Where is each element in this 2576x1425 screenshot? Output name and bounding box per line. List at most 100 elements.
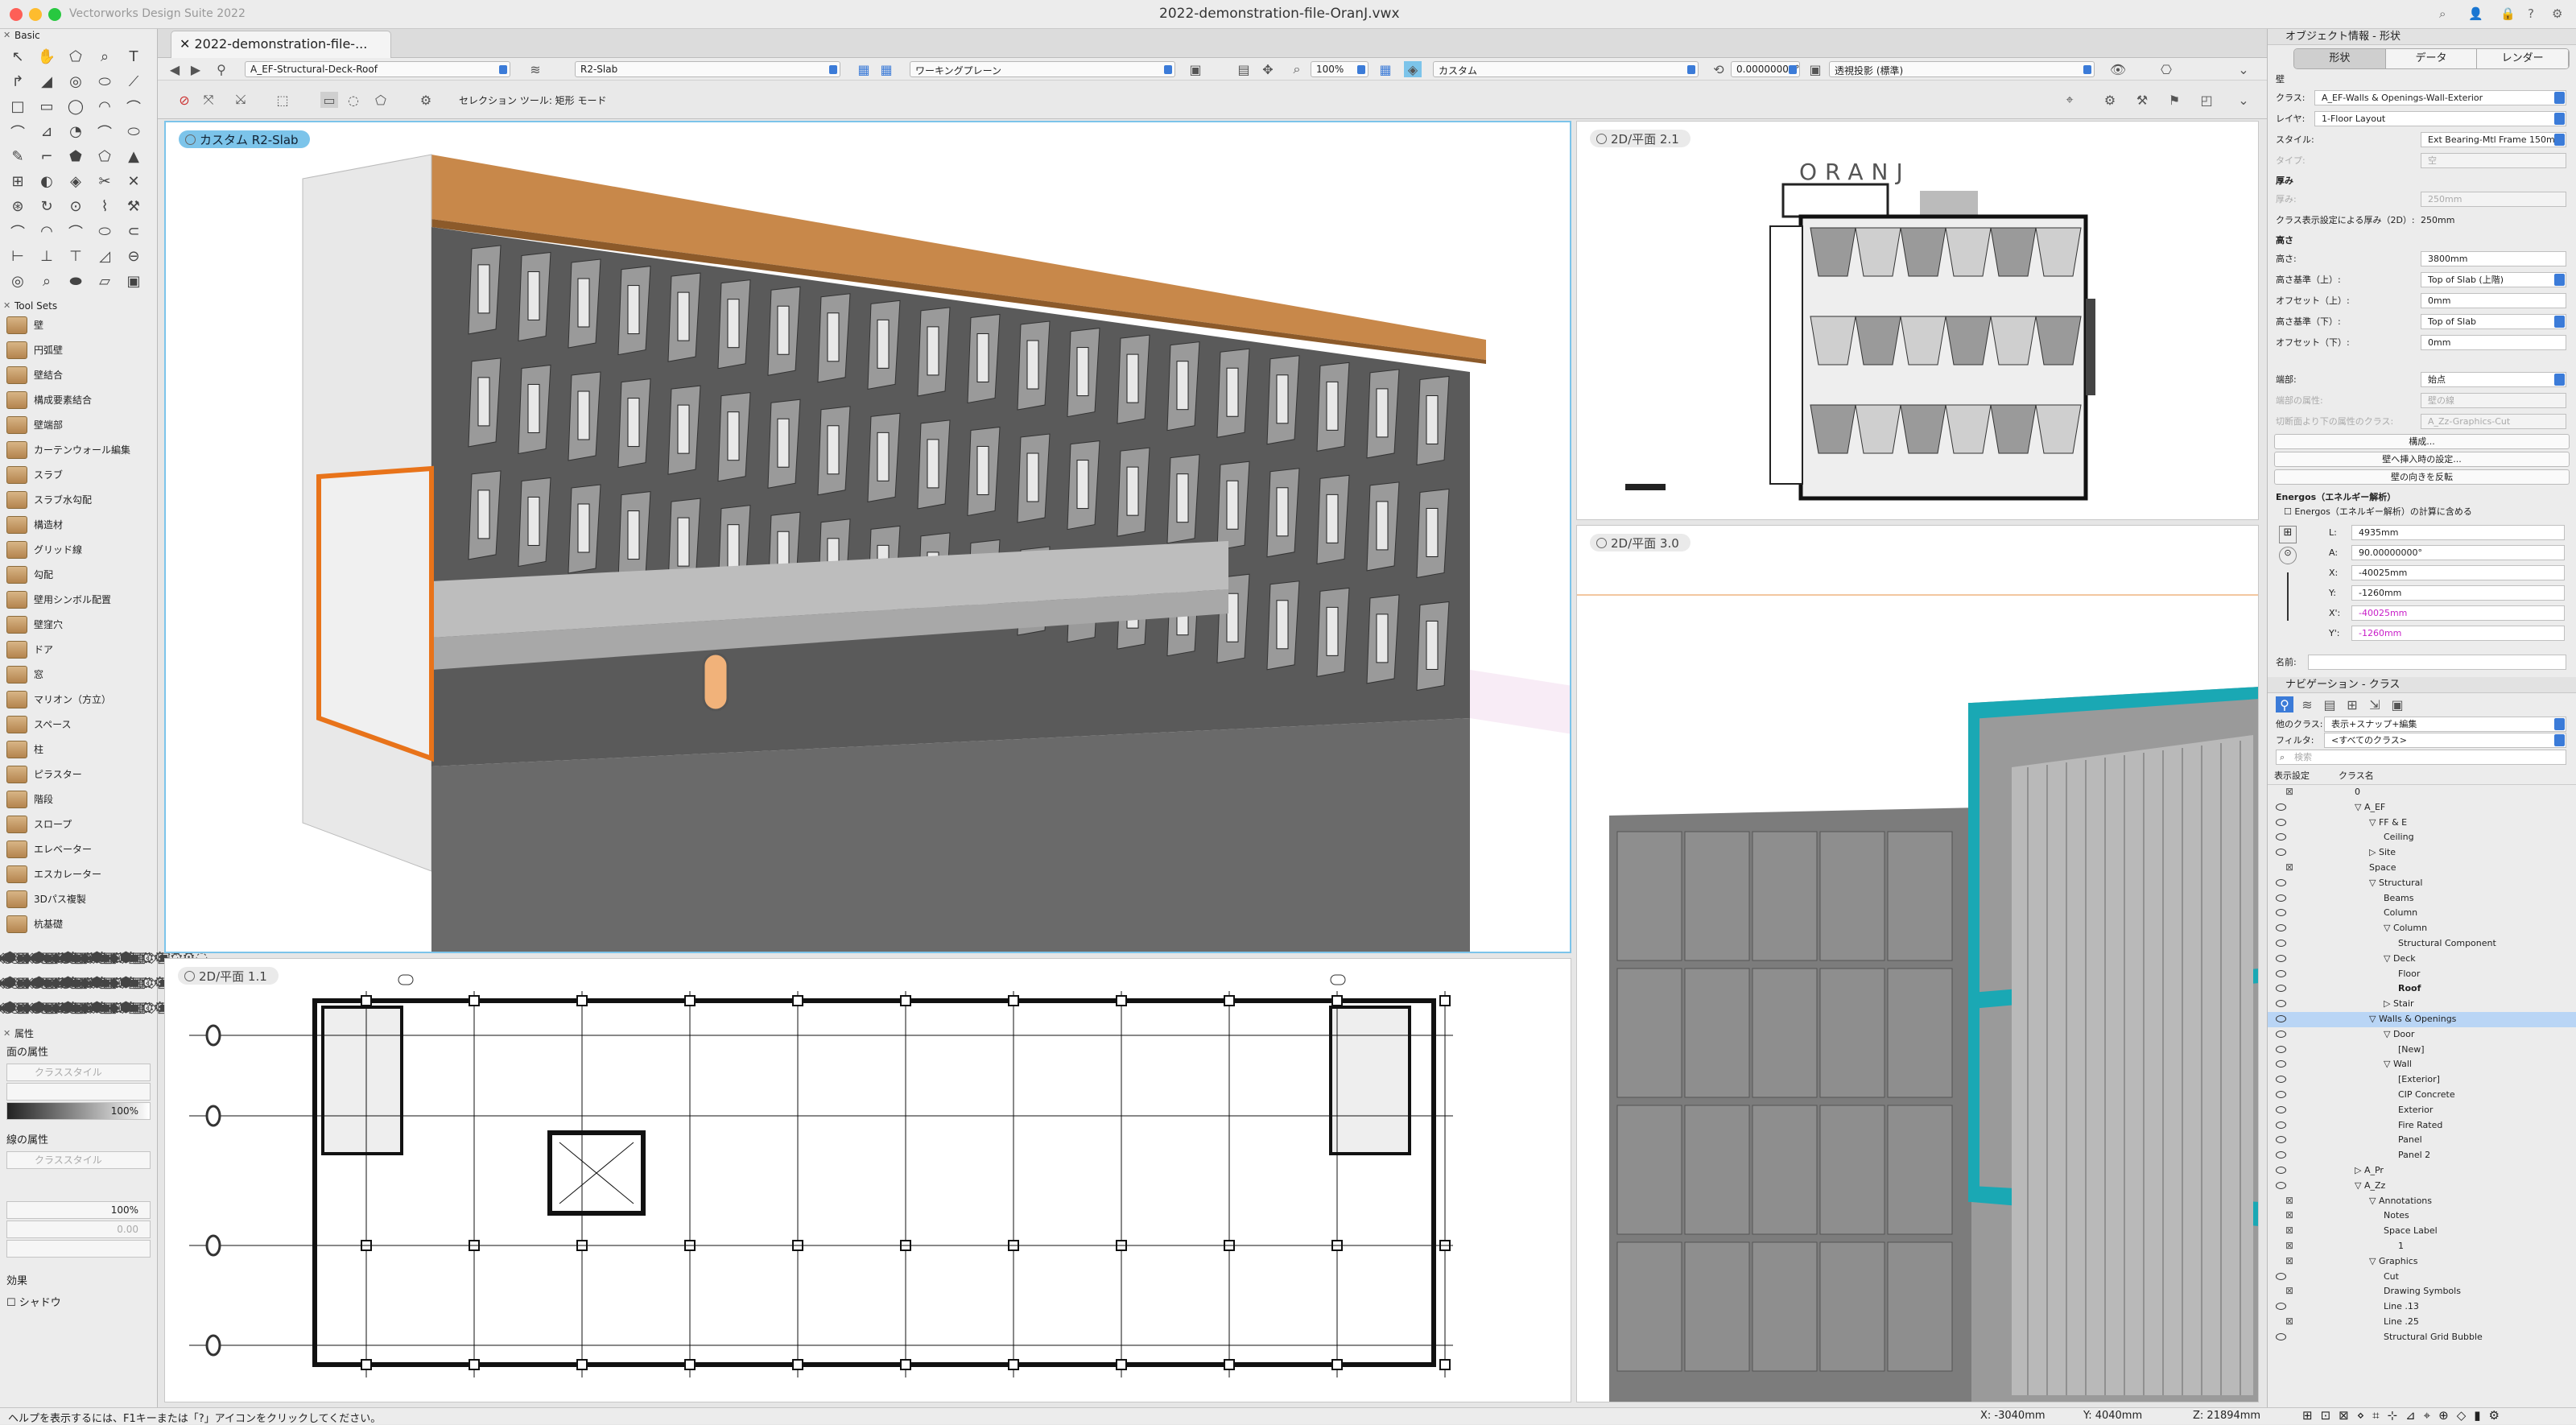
zoom-window-button[interactable] <box>48 8 61 21</box>
basic-tool-icon[interactable]: ⚒ <box>121 195 147 218</box>
toolset-item[interactable]: 壁窪穴 <box>0 612 157 637</box>
filter-dropdown[interactable]: <すべてのクラス> <box>2324 732 2566 748</box>
class-row[interactable]: Panel <box>2268 1133 2576 1148</box>
toolset-icon[interactable]: ◍◉◈◎◆⬢▦◇▣⛭⚙◌ <box>60 971 208 994</box>
help-icon[interactable]: ? <box>2528 6 2544 23</box>
layer-dropdown[interactable]: 1-Floor Layout <box>2314 110 2566 126</box>
projection-dropdown[interactable]: 透視投影 (標準) <box>1829 61 2095 77</box>
basic-tool-icon[interactable]: ↱ <box>5 70 31 93</box>
toolset-icon[interactable]: ◍◉◈◎◆⬢▦◇▣⛭⚙◌ <box>60 996 208 1019</box>
eye-icon[interactable] <box>2276 803 2286 811</box>
eye-icon[interactable] <box>2276 818 2286 826</box>
class-row[interactable]: ▽ Wall <box>2268 1057 2576 1072</box>
toolset-item[interactable]: 窓 <box>0 662 157 687</box>
hidden-icon[interactable] <box>2276 1314 2293 1329</box>
working-plane-dropdown[interactable]: ワーキングプレーン <box>910 61 1175 77</box>
basic-tool-icon[interactable]: ✋ <box>34 45 60 68</box>
chevron-down-icon[interactable]: ⌄ <box>2235 61 2252 77</box>
class-row[interactable]: Space <box>2268 860 2576 876</box>
line-thickness[interactable]: 0.00 <box>6 1221 151 1238</box>
toolset-item[interactable]: 構造材 <box>0 512 157 537</box>
class-row[interactable]: Beams <box>2268 891 2576 907</box>
class-row[interactable]: Cut <box>2268 1270 2576 1285</box>
tab-data[interactable]: データ <box>2385 49 2478 68</box>
top-bound-dropdown[interactable]: Top of Slab (上階) <box>2421 271 2566 287</box>
standard-view-dropdown[interactable]: カスタム <box>1433 61 1699 77</box>
toolset-item[interactable]: ドア <box>0 637 157 662</box>
other-classes-dropdown[interactable]: 表示+スナップ+編集 <box>2324 716 2566 732</box>
name-field[interactable] <box>2308 654 2566 670</box>
eye-icon[interactable] <box>2276 878 2286 886</box>
view-icon[interactable]: ▤ <box>1235 61 1253 77</box>
eye-icon[interactable] <box>2276 985 2286 993</box>
basic-tool-icon[interactable]: ⬟ <box>63 145 89 168</box>
toolset-item[interactable]: カーテンウォール編集 <box>0 437 157 462</box>
eye-icon[interactable] <box>2276 1000 2286 1008</box>
basic-tool-icon[interactable]: ⌒ <box>5 220 31 243</box>
document-tab[interactable]: ✕ 2022-demonstration-file-... <box>171 31 391 58</box>
eye-icon[interactable] <box>2276 1105 2286 1113</box>
length-field[interactable]: 4935mm <box>2351 525 2565 540</box>
chevron-down-icon[interactable]: ⌄ <box>2235 92 2252 108</box>
basic-tool-icon[interactable]: ⬠ <box>92 145 118 168</box>
basic-tool-icon[interactable]: ◐ <box>34 170 60 193</box>
basic-tool-icon[interactable]: ◿ <box>92 245 118 268</box>
basic-tool-icon[interactable]: ⌇ <box>92 195 118 218</box>
viewport-label-2-1[interactable]: 2D/平面 2.1 <box>1590 130 1690 147</box>
basic-tool-icon[interactable]: ⊛ <box>5 195 31 218</box>
basic-tool-icon[interactable]: ▭ <box>34 95 60 118</box>
toolset-item[interactable]: スロープ <box>0 812 157 836</box>
basic-tool-icon[interactable]: ⊥ <box>34 245 60 268</box>
hidden-icon[interactable] <box>2276 1283 2293 1299</box>
toolset-item[interactable]: 構成要素結合 <box>0 387 157 412</box>
user-icon[interactable]: 👤 <box>2468 6 2484 23</box>
basic-tool-icon[interactable]: T <box>121 45 147 68</box>
class-row[interactable]: Ceiling <box>2268 830 2576 845</box>
projection-icon[interactable]: ▣ <box>1806 61 1824 77</box>
class-row[interactable]: [Exterior] <box>2268 1072 2576 1088</box>
plane-icon[interactable]: ▦ <box>855 61 873 77</box>
snap-icon[interactable]: ⌖ <box>2061 92 2079 108</box>
nav-symbols-icon[interactable]: ▣ <box>2388 696 2406 712</box>
bottom-bound-dropdown[interactable]: Top of Slab <box>2421 313 2566 329</box>
eye-icon[interactable] <box>2276 1030 2286 1038</box>
search-icon[interactable]: ⌕ <box>2439 6 2455 23</box>
toolset-item[interactable]: 壁 <box>0 312 157 337</box>
basic-tool-icon[interactable]: ⊿ <box>34 120 60 143</box>
type-dropdown[interactable]: 空 <box>2421 152 2566 168</box>
viewport-label-main[interactable]: カスタム R2-Slab <box>179 130 310 148</box>
y2-field[interactable]: -1260mm <box>2351 626 2565 641</box>
layout-icon[interactable]: ▦ <box>1377 61 1394 77</box>
height-field[interactable]: 3800mm <box>2421 250 2566 266</box>
toolset-item[interactable]: 柱 <box>0 737 157 762</box>
y-field[interactable]: -1260mm <box>2351 585 2565 601</box>
eye-icon[interactable] <box>2276 894 2286 902</box>
class-row[interactable]: ▽ Column <box>2268 921 2576 936</box>
zoom-icon[interactable]: ⌕ <box>1288 61 1306 77</box>
eye-icon[interactable] <box>2276 1303 2286 1311</box>
toolset-item[interactable]: エレベーター <box>0 836 157 861</box>
basic-tool-icon[interactable]: ⊂ <box>121 220 147 243</box>
layer-icon[interactable]: ≋ <box>526 61 544 77</box>
class-row[interactable]: ▷ Site <box>2268 845 2576 861</box>
basic-tool-icon[interactable]: ◈ <box>63 170 89 193</box>
class-row[interactable]: ▽ A_Zz <box>2268 1179 2576 1194</box>
basic-tool-icon[interactable]: ⬭ <box>92 220 118 243</box>
transform-icon[interactable]: ⤧ <box>200 92 217 108</box>
class-row[interactable]: ▽ FF & E <box>2268 816 2576 831</box>
basic-tool-icon[interactable]: ✂ <box>92 170 118 193</box>
basic-tool-icon[interactable]: ↖ <box>5 45 31 68</box>
rotation-icon[interactable]: ⟲ <box>1710 61 1728 77</box>
basic-tool-icon[interactable]: ⌐ <box>34 145 60 168</box>
settings-gear-icon[interactable]: ⚙ <box>2101 92 2119 108</box>
height-section[interactable]: 高さ <box>2268 230 2576 248</box>
toolset-item[interactable]: スラブ水勾配 <box>0 487 157 512</box>
render-icon[interactable]: ◰ <box>2198 92 2215 108</box>
eye-icon[interactable] <box>2276 1121 2286 1129</box>
basic-tool-icon[interactable]: ⟋ <box>121 70 147 93</box>
basic-tool-icon[interactable]: ⊢ <box>5 245 31 268</box>
class-row[interactable]: [New] <box>2268 1043 2576 1058</box>
viewport-2d-2-1[interactable]: ORANJ 2D/平面 2.1 <box>1576 121 2259 520</box>
basic-tool-icon[interactable]: ◠ <box>92 95 118 118</box>
eye-icon[interactable] <box>2276 1136 2286 1144</box>
